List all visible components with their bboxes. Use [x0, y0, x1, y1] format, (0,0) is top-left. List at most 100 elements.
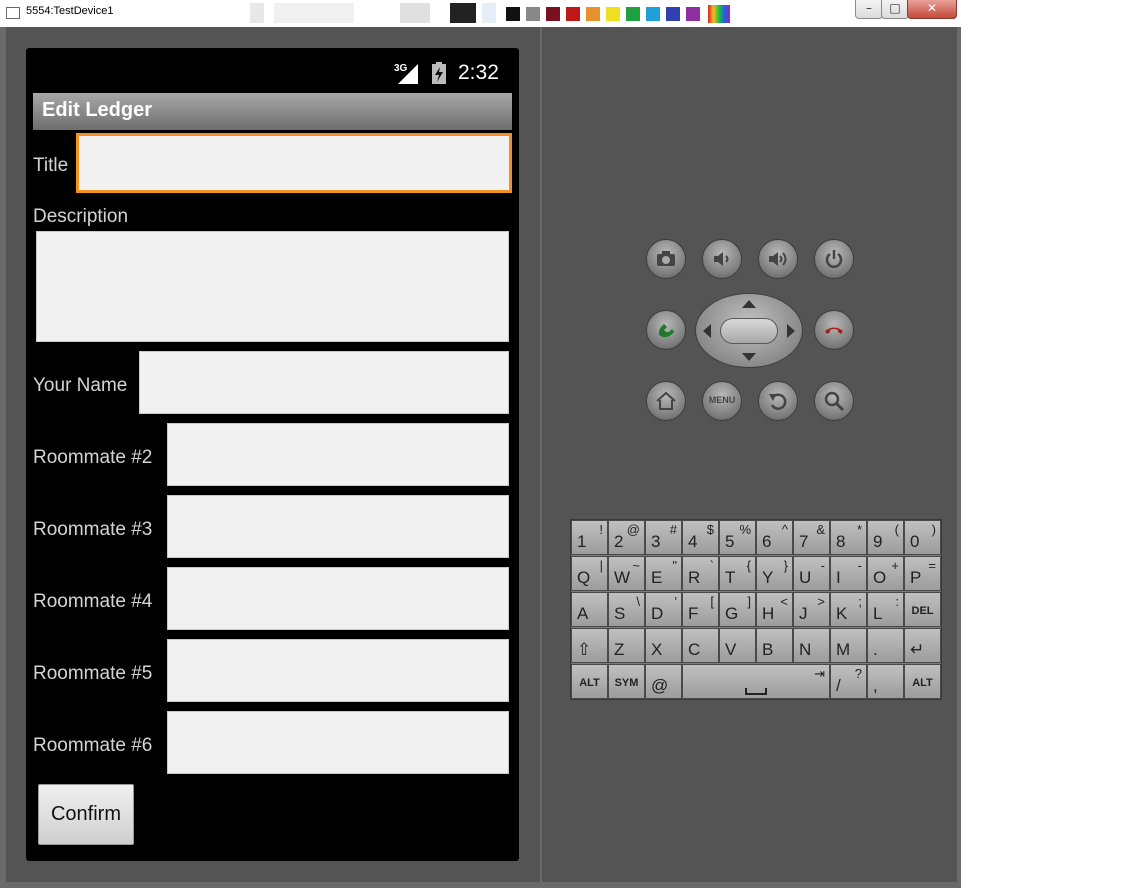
- camera-button[interactable]: [646, 239, 686, 279]
- call-button[interactable]: [646, 310, 686, 350]
- keyboard-key[interactable]: J >: [793, 592, 830, 627]
- roommate3-label: Roommate #3: [33, 519, 153, 540]
- roommate5-input[interactable]: [167, 639, 509, 702]
- roommate3-input[interactable]: [167, 495, 509, 558]
- keyboard-key[interactable]: B: [756, 628, 793, 663]
- keyboard-key[interactable]: L:: [867, 592, 904, 627]
- page-title: Edit Ledger: [42, 99, 153, 121]
- keyboard-key[interactable]: 5%: [719, 520, 756, 555]
- minimize-button[interactable]: –: [855, 0, 883, 19]
- panel-divider: [540, 27, 542, 882]
- battery-charging-icon: [432, 62, 446, 84]
- window-app-icon: [6, 7, 20, 19]
- roommate6-label: Roommate #6: [33, 735, 153, 756]
- maximize-button[interactable]: □: [881, 0, 909, 19]
- close-button[interactable]: ✕: [907, 0, 957, 19]
- space-icon: [745, 688, 767, 695]
- end-call-button[interactable]: [814, 310, 854, 350]
- key-alt-left[interactable]: ALT: [571, 664, 608, 699]
- keyboard-key[interactable]: S \: [608, 592, 645, 627]
- key-alt-right[interactable]: ALT: [904, 664, 941, 699]
- title-input[interactable]: [76, 133, 512, 193]
- roommate2-label: Roommate #2: [33, 447, 153, 468]
- roommate2-input[interactable]: [167, 423, 509, 486]
- description-input[interactable]: [36, 231, 509, 342]
- keyboard-key[interactable]: I-: [830, 556, 867, 591]
- keyboard-key[interactable]: O +: [867, 556, 904, 591]
- keyboard-key[interactable]: 4 $: [682, 520, 719, 555]
- keyboard-key[interactable]: 1!: [571, 520, 608, 555]
- keyboard-key[interactable]: F[: [682, 592, 719, 627]
- keyboard-key[interactable]: 7 &: [793, 520, 830, 555]
- keyboard-key[interactable]: DEL: [904, 592, 941, 627]
- dpad-center-button[interactable]: [720, 318, 778, 344]
- window-title: 5554:TestDevice1: [26, 5, 114, 17]
- home-icon: [656, 391, 676, 410]
- keyboard-key[interactable]: X: [645, 628, 682, 663]
- keyboard-key[interactable]: E ": [645, 556, 682, 591]
- keyboard-key[interactable]: N: [793, 628, 830, 663]
- keyboard-key[interactable]: 0): [904, 520, 941, 555]
- camera-icon: [657, 251, 675, 266]
- keyboard-key[interactable]: T{: [719, 556, 756, 591]
- keyboard-key[interactable]: K;: [830, 592, 867, 627]
- roommate4-label: Roommate #4: [33, 591, 153, 612]
- roommate4-input[interactable]: [167, 567, 509, 630]
- power-button[interactable]: [814, 239, 854, 279]
- keyboard-key[interactable]: V: [719, 628, 756, 663]
- keyboard-key[interactable]: 8 *: [830, 520, 867, 555]
- keyboard-key[interactable]: .: [867, 628, 904, 663]
- search-icon: [824, 391, 845, 412]
- window-titlebar: 5554:TestDevice1 – □ ✕: [0, 0, 961, 27]
- keyboard-key[interactable]: M: [830, 628, 867, 663]
- key-comma[interactable]: ,: [867, 664, 904, 699]
- menu-button[interactable]: MENU: [702, 381, 742, 421]
- confirm-button-label: Confirm: [50, 803, 121, 825]
- keyboard-key[interactable]: ⇧: [571, 628, 608, 663]
- keyboard-key[interactable]: U-: [793, 556, 830, 591]
- keyboard-key[interactable]: R `: [682, 556, 719, 591]
- dpad-left-icon: [703, 324, 711, 338]
- your-name-input[interactable]: [139, 351, 509, 414]
- keyboard-key[interactable]: ↵: [904, 628, 941, 663]
- call-icon: [658, 324, 674, 338]
- your-name-label: Your Name: [33, 375, 128, 396]
- back-button[interactable]: [758, 381, 798, 421]
- volume-down-button[interactable]: [702, 239, 742, 279]
- keyboard-key[interactable]: 6 ^: [756, 520, 793, 555]
- keyboard-key[interactable]: Q |: [571, 556, 608, 591]
- title-label: Title: [33, 155, 69, 176]
- confirm-button[interactable]: Confirm: [38, 784, 134, 845]
- back-icon: [769, 393, 787, 410]
- key-sym[interactable]: SYM: [608, 664, 645, 699]
- keyboard-key[interactable]: 9(: [867, 520, 904, 555]
- key-space[interactable]: ⇥: [682, 664, 830, 699]
- emulator-body: 3G 2:32 Edit Ledger Title Description Yo…: [6, 27, 957, 882]
- keyboard-key[interactable]: Z: [608, 628, 645, 663]
- emulator-window: 5554:TestDevice1 – □ ✕ 3G 2:32 Edit Ledg…: [0, 0, 961, 888]
- dpad-up-icon: [742, 300, 756, 308]
- menu-button-label: MENU: [708, 395, 736, 405]
- keyboard-key[interactable]: P =: [904, 556, 941, 591]
- device-screen: 3G 2:32 Edit Ledger Title Description Yo…: [26, 48, 519, 861]
- keyboard-key[interactable]: 3 #: [645, 520, 682, 555]
- volume-up-button[interactable]: [758, 239, 798, 279]
- description-label: Description: [33, 206, 129, 227]
- keyboard-key[interactable]: W ~: [608, 556, 645, 591]
- keyboard-key[interactable]: D ': [645, 592, 682, 627]
- keyboard-key[interactable]: A: [571, 592, 608, 627]
- end-call-icon: [825, 327, 843, 334]
- home-button[interactable]: [646, 381, 686, 421]
- dpad[interactable]: [695, 293, 803, 368]
- key-slash[interactable]: /?: [830, 664, 867, 699]
- roommate6-input[interactable]: [167, 711, 509, 774]
- keyboard-key[interactable]: G]: [719, 592, 756, 627]
- volume-down-icon: [714, 252, 729, 266]
- key-at[interactable]: @: [645, 664, 682, 699]
- search-button[interactable]: [814, 381, 854, 421]
- keyboard-key[interactable]: C: [682, 628, 719, 663]
- power-icon: [825, 250, 843, 268]
- keyboard-key[interactable]: Y}: [756, 556, 793, 591]
- keyboard-key[interactable]: H <: [756, 592, 793, 627]
- keyboard-key[interactable]: 2 @: [608, 520, 645, 555]
